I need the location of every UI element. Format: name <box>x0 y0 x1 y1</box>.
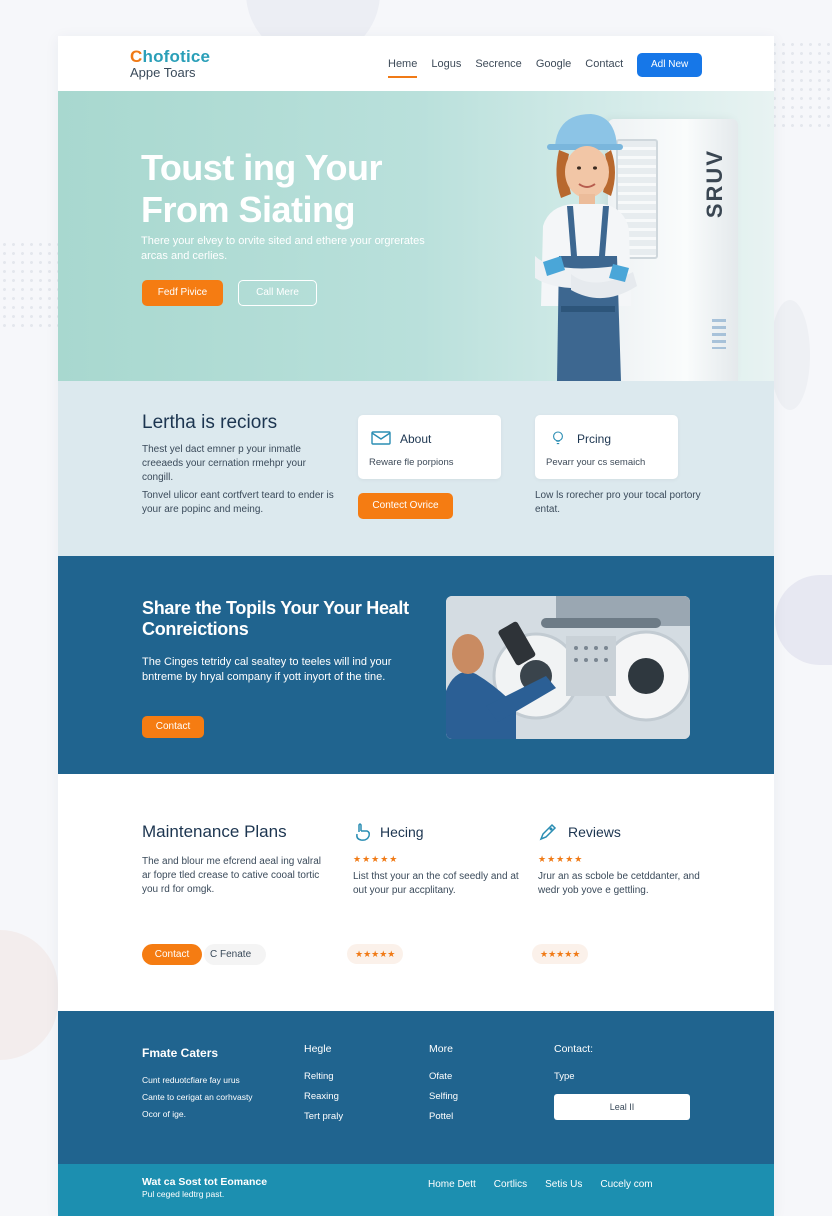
pricing-card[interactable]: Prcing Pevarr your cs semaich <box>535 415 678 479</box>
bottom-link[interactable]: Home Dett <box>428 1179 476 1190</box>
site-header: Chofotice Appe Toars Heme Logus Secrence… <box>58 36 774 91</box>
footer-col-hegle: Hegle Relting Reaxing Tert praly <box>304 1043 343 1127</box>
lightbulb-icon <box>553 431 563 445</box>
footer-col1-line: Cunt reduotcfiare fay urus <box>142 1075 240 1085</box>
decor-circle <box>775 575 832 665</box>
pricing-card-subtitle: Pevarr your cs semaich <box>546 457 646 468</box>
pricing-card-title: Prcing <box>577 432 612 446</box>
nav-logus[interactable]: Logus <box>431 54 461 74</box>
bottom-bar: Wat ca Sost tot Eomance Pul ceged ledtrg… <box>58 1164 774 1216</box>
feature-title: Share the Topils Your Your Healt Conreic… <box>142 598 409 639</box>
hero-secondary-button[interactable]: Call Mere <box>238 280 317 306</box>
nav-google[interactable]: Google <box>536 54 571 74</box>
about-paragraph-2: Tonvel ulicor eant cortfvert teard to en… <box>142 490 334 515</box>
about-section: Lertha is reciors Thest yel dact emner p… <box>58 381 774 556</box>
reviews-stars: ★★★★★ <box>538 854 584 864</box>
decor-circle <box>0 930 58 1060</box>
logo-text: hofotice <box>142 47 211 66</box>
hecing-body: List thst your an the cof seedly and at … <box>353 871 519 896</box>
hero-section: Toust ing Your From Siating There your e… <box>58 91 774 381</box>
decor-dots <box>770 40 832 130</box>
footer-col-contact: Contact: Type <box>554 1043 593 1087</box>
technician-image <box>535 114 637 381</box>
feature-body: The Cinges tetridy cal sealtey to teeles… <box>142 656 392 683</box>
plans-fenate-button[interactable]: C Fenate <box>204 944 266 965</box>
footer-col3-title: More <box>429 1043 453 1055</box>
about-card-title: About <box>400 432 432 446</box>
maintenance-body: The and blour me efcrend aeal ing valral… <box>142 856 321 895</box>
feature-section: Share the Topils Your Your Healt Conreic… <box>58 556 774 774</box>
envelope-icon <box>371 431 391 445</box>
about-title: Lertha is reciors <box>142 412 278 433</box>
plans-section: Maintenance Plans The and blour me efcre… <box>58 774 774 1011</box>
footer-col1-title: Fmate Caters <box>142 1046 219 1060</box>
hecing-title: Hecing <box>380 824 424 840</box>
header-cta-button[interactable]: Adl New <box>637 53 703 77</box>
ac-brand: SRUV <box>702 149 727 219</box>
landing-page: Chofotice Appe Toars Heme Logus Secrence… <box>58 36 774 1216</box>
footer-link[interactable]: Pottel <box>429 1107 458 1127</box>
ac-label <box>712 319 726 349</box>
footer-link[interactable]: Ofate <box>429 1067 458 1087</box>
bottom-link[interactable]: Cortlics <box>494 1179 527 1190</box>
footer-col4-title: Contact: <box>554 1043 594 1055</box>
bottom-links: Home Dett Cortlics Setis Us Cucely com <box>428 1179 671 1190</box>
footer-email-input[interactable]: Leal II <box>554 1094 690 1120</box>
about-card[interactable]: About Reware fle porpions <box>358 415 501 479</box>
reviews-title: Reviews <box>568 824 621 840</box>
main-nav: Heme Logus Secrence Google Contact Adl N… <box>388 36 703 91</box>
reviews-rating-pill: ★★★★★ <box>532 944 589 964</box>
bottom-subtitle: Pul ceged ledtrg past. <box>142 1189 225 1199</box>
logo-mark: C <box>130 47 143 66</box>
footer-link[interactable]: Tert praly <box>304 1107 343 1127</box>
nav-home[interactable]: Heme <box>388 54 418 78</box>
bottom-link[interactable]: Setis Us <box>545 1179 582 1190</box>
hand-icon <box>356 823 370 841</box>
about-card-subtitle: Reware fle porpions <box>369 457 454 468</box>
bottom-title: Wat ca Sost tot Eomance <box>142 1176 268 1188</box>
about-paragraph-1: Thest yel dact emner p your inmatle cree… <box>142 444 306 483</box>
decor-dots <box>0 240 60 330</box>
footer-col2-title: Hegle <box>304 1043 332 1055</box>
hero-headline: Toust ing Your From Siating <box>141 147 382 230</box>
hecing-rating-pill: ★★★★★ <box>347 944 404 964</box>
site-logo[interactable]: Chofotice Appe Toars <box>130 48 210 79</box>
hecing-stars: ★★★★★ <box>353 854 399 864</box>
footer-link[interactable]: Selfing <box>429 1087 458 1107</box>
hero-body: There your elvey to orvite sited and eth… <box>141 235 425 262</box>
logo-subtext: Appe Toars <box>130 65 196 80</box>
hvac-repair-image <box>446 596 690 739</box>
footer-col1-line: Cante to cerigat an corhvasty <box>142 1092 253 1102</box>
technician-photo <box>446 596 690 739</box>
nav-secrence[interactable]: Secrence <box>475 54 521 74</box>
decor-circle <box>770 300 810 410</box>
plans-contact-button[interactable]: Contact <box>142 944 202 965</box>
feature-contact-button[interactable]: Contact <box>142 716 204 738</box>
reviews-body: Jrur an as scbole be cetddanter, and wed… <box>538 871 700 896</box>
footer-link[interactable]: Reaxing <box>304 1087 343 1107</box>
nav-contact[interactable]: Contact <box>585 54 623 74</box>
footer-col1-line: Ocor of ige. <box>142 1109 186 1119</box>
about-right-text: Low ls rorecher pro your tocal portory e… <box>535 490 701 515</box>
bottom-link[interactable]: Cucely com <box>600 1179 652 1190</box>
footer-col-about: Fmate Caters Cunt reduotcfiare fay urus … <box>142 1046 253 1123</box>
footer-col4-sub: Type <box>554 1071 575 1082</box>
maintenance-title: Maintenance Plans <box>142 822 287 841</box>
contact-device-button[interactable]: Contect Ovrice <box>358 493 453 519</box>
pen-icon <box>539 823 557 841</box>
footer-col-more: More Ofate Selfing Pottel <box>429 1043 458 1127</box>
site-footer: Fmate Caters Cunt reduotcfiare fay urus … <box>58 1011 774 1164</box>
hero-primary-button[interactable]: Fedf Pivice <box>142 280 223 306</box>
footer-link[interactable]: Relting <box>304 1067 343 1087</box>
